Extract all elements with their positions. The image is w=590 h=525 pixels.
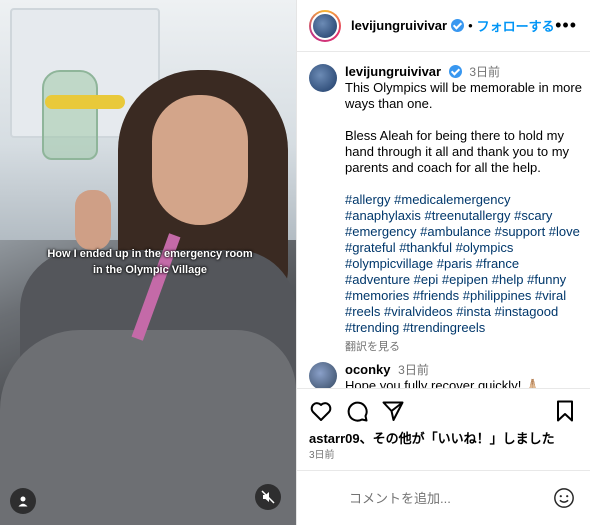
post-header: levijungruivivar • フォローする •••: [297, 0, 590, 52]
media-oxygen-bottle: [42, 70, 98, 160]
comment-bubble-icon[interactable]: [345, 399, 369, 423]
heart-icon[interactable]: [309, 399, 333, 423]
bookmark-icon[interactable]: [553, 399, 577, 423]
more-options-button[interactable]: •••: [555, 16, 577, 34]
muted-speaker-icon: [261, 490, 275, 504]
author-avatar: [311, 11, 339, 40]
comment-text: Hope you fully recover quickly! 🙏🏼: [345, 378, 542, 388]
tagged-users-button[interactable]: [10, 488, 36, 514]
caption-meta: levijungruivivar 3日前: [345, 64, 584, 80]
media-jacket: [0, 330, 296, 525]
action-bar: [297, 388, 590, 432]
author-avatar-story-ring[interactable]: [309, 9, 341, 42]
likes-summary[interactable]: astarr09、その他が「いいね！」しました: [309, 428, 555, 447]
caption-time[interactable]: 3日前: [469, 65, 500, 79]
caption-line-2: in the Olympic Village: [92, 264, 208, 276]
comment-meta: oconky 3日前: [345, 362, 584, 378]
video-caption-overlay: How I ended up in the emergency room in …: [40, 246, 260, 278]
caption-paragraph-1: This Olympics will be memorable in more …: [345, 80, 582, 111]
comment-input[interactable]: [349, 490, 539, 506]
post-detail-panel: levijungruivivar • フォローする ••• levijungru…: [296, 0, 590, 525]
post-date[interactable]: 3日前: [309, 446, 335, 461]
likes-suffix: 、その他が「いいね！」しました: [359, 431, 555, 446]
commenter-avatar[interactable]: [309, 362, 337, 388]
post-caption: levijungruivivar 3日前 This Olympics will …: [309, 64, 584, 354]
post-media-video[interactable]: How I ended up in the emergency room in …: [0, 0, 296, 525]
verified-badge-icon: [451, 19, 465, 32]
likes-username[interactable]: astarr09: [309, 431, 360, 446]
author-username[interactable]: levijungruivivar: [351, 18, 447, 33]
comments-scroll-area[interactable]: levijungruivivar 3日前 This Olympics will …: [297, 52, 590, 388]
smiley-icon[interactable]: [553, 487, 575, 509]
media-yellow-tube: [45, 95, 125, 109]
caption-paragraph-2: Bless Aleah for being there to hold my h…: [345, 128, 570, 175]
user-tag-icon: [18, 496, 28, 507]
caption-username[interactable]: levijungruivivar: [345, 64, 441, 79]
see-translation-link[interactable]: 翻訳を見る: [345, 338, 584, 354]
caption-verified-icon: [448, 65, 462, 78]
caption-line-1: How I ended up in the emergency room: [47, 248, 253, 260]
follow-button[interactable]: フォローする: [477, 16, 555, 35]
commenter-username[interactable]: oconky: [345, 362, 391, 377]
caption-hashtags[interactable]: #allergy #medicalemergency #anaphylaxis …: [345, 192, 584, 336]
comment-time[interactable]: 3日前: [398, 363, 429, 377]
add-comment-bar: [297, 470, 590, 525]
caption-text: This Olympics will be memorable in more …: [345, 80, 584, 336]
media-person-face: [152, 95, 248, 225]
mute-toggle-button[interactable]: [255, 484, 281, 510]
caption-author-avatar[interactable]: [309, 64, 337, 92]
comment-item: oconky 3日前 Hope you fully recover quickl…: [309, 362, 584, 388]
media-thumbs-up: [75, 190, 111, 250]
paper-plane-icon[interactable]: [381, 399, 405, 423]
header-separator: •: [468, 18, 473, 33]
